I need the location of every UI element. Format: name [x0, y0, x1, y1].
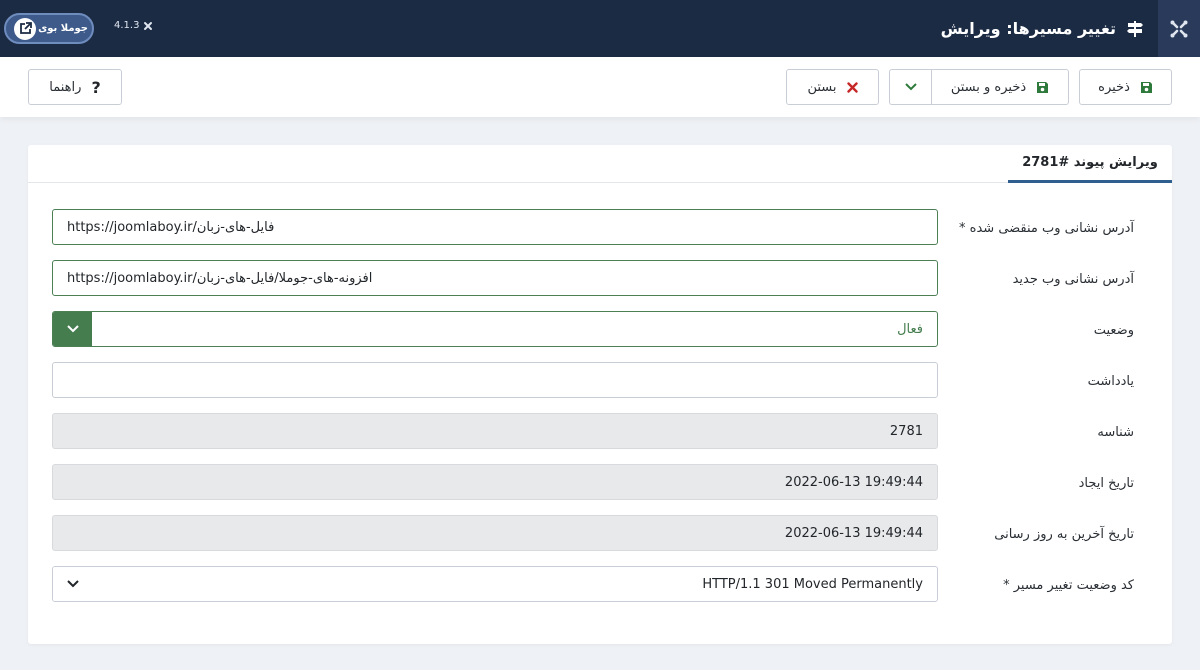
joomla-logo-button[interactable] — [1158, 0, 1200, 57]
old-url-row: آدرس نشانی وب منقضی شده * https://joomla… — [28, 209, 1172, 247]
comment-row: یادداشت — [28, 362, 1172, 400]
modified-label: تاریخ آخرین به روز رسانی — [994, 526, 1134, 542]
chevron-down-icon — [904, 83, 917, 91]
new-url-row: آدرس نشانی وب جدید https://joomlaboy.ir/… — [28, 260, 1172, 298]
id-field: 2781 — [52, 413, 938, 449]
chevron-down-icon — [53, 567, 92, 601]
version-info: 4.1.3 — [114, 20, 153, 31]
status-value: فعال — [897, 321, 923, 337]
save-close-label: ذخیره و بستن — [950, 79, 1027, 95]
tab-bar: ویرایش پیوند #2781 — [28, 145, 1172, 183]
version-text: 4.1.3 — [114, 20, 140, 31]
id-label: شناسه — [1097, 424, 1134, 440]
new-url-input[interactable]: https://joomlaboy.ir/افزونه-های-جوملا/فا… — [52, 260, 938, 296]
modified-row: تاریخ آخرین به روز رسانی 2022-06-13 19:4… — [28, 515, 1172, 553]
tab-edit-link[interactable]: ویرایش پیوند #2781 — [1008, 145, 1172, 183]
edit-card: ویرایش پیوند #2781 آدرس نشانی وب منقضی ش… — [28, 145, 1172, 644]
toolbar: ذخیره ذخیره و بستن بستن ? راهنما — [0, 57, 1200, 117]
save-icon — [1036, 81, 1049, 94]
close-icon — [846, 81, 858, 93]
help-label: راهنما — [49, 79, 82, 95]
created-label: تاریخ ایجاد — [1078, 475, 1134, 491]
question-icon: ? — [91, 77, 101, 97]
help-button[interactable]: ? راهنما — [28, 69, 122, 105]
save-label: ذخیره — [1098, 79, 1130, 95]
redirect-code-label: کد وضعیت تغییر مسیر * — [1003, 577, 1134, 593]
comment-label: یادداشت — [1087, 373, 1134, 389]
redirect-code-value: HTTP/1.1 301 Moved Permanently — [702, 576, 923, 592]
save-options-dropdown[interactable] — [889, 69, 931, 105]
status-label: وضعیت — [1093, 322, 1134, 338]
page-title: تغییر مسیرها: ویرایش — [941, 0, 1144, 57]
signpost-icon — [1127, 20, 1143, 37]
close-button[interactable]: بستن — [786, 69, 879, 105]
chevron-down-icon — [53, 312, 92, 346]
joomla-small-icon — [144, 21, 153, 30]
created-field: 2022-06-13 19:49:44 — [52, 464, 938, 500]
comment-input[interactable] — [52, 362, 938, 398]
old-url-input[interactable]: https://joomlaboy.ir/فایل-های-زبان — [52, 209, 938, 245]
save-icon — [1140, 81, 1153, 94]
redirect-code-select[interactable]: HTTP/1.1 301 Moved Permanently — [52, 566, 938, 602]
site-name: جوملا بوی — [38, 23, 88, 34]
status-row: وضعیت فعال — [28, 311, 1172, 349]
top-header: تغییر مسیرها: ویرایش جوملا بوی 4.1.3 — [0, 0, 1200, 57]
external-link-icon — [14, 17, 36, 40]
save-close-button[interactable]: ذخیره و بستن — [931, 69, 1069, 105]
close-label: بستن — [807, 79, 837, 95]
redirect-code-row: کد وضعیت تغییر مسیر * HTTP/1.1 301 Moved… — [28, 566, 1172, 604]
joomla-logo-icon — [1170, 20, 1188, 37]
save-button[interactable]: ذخیره — [1079, 69, 1172, 105]
old-url-label: آدرس نشانی وب منقضی شده * — [959, 220, 1134, 236]
status-select[interactable]: فعال — [52, 311, 938, 347]
new-url-label: آدرس نشانی وب جدید — [1012, 271, 1134, 287]
view-site-button[interactable]: جوملا بوی — [4, 13, 94, 44]
page-title-text: تغییر مسیرها: ویرایش — [940, 19, 1116, 38]
modified-field: 2022-06-13 19:49:44 — [52, 515, 938, 551]
created-row: تاریخ ایجاد 2022-06-13 19:49:44 — [28, 464, 1172, 502]
id-row: شناسه 2781 — [28, 413, 1172, 451]
